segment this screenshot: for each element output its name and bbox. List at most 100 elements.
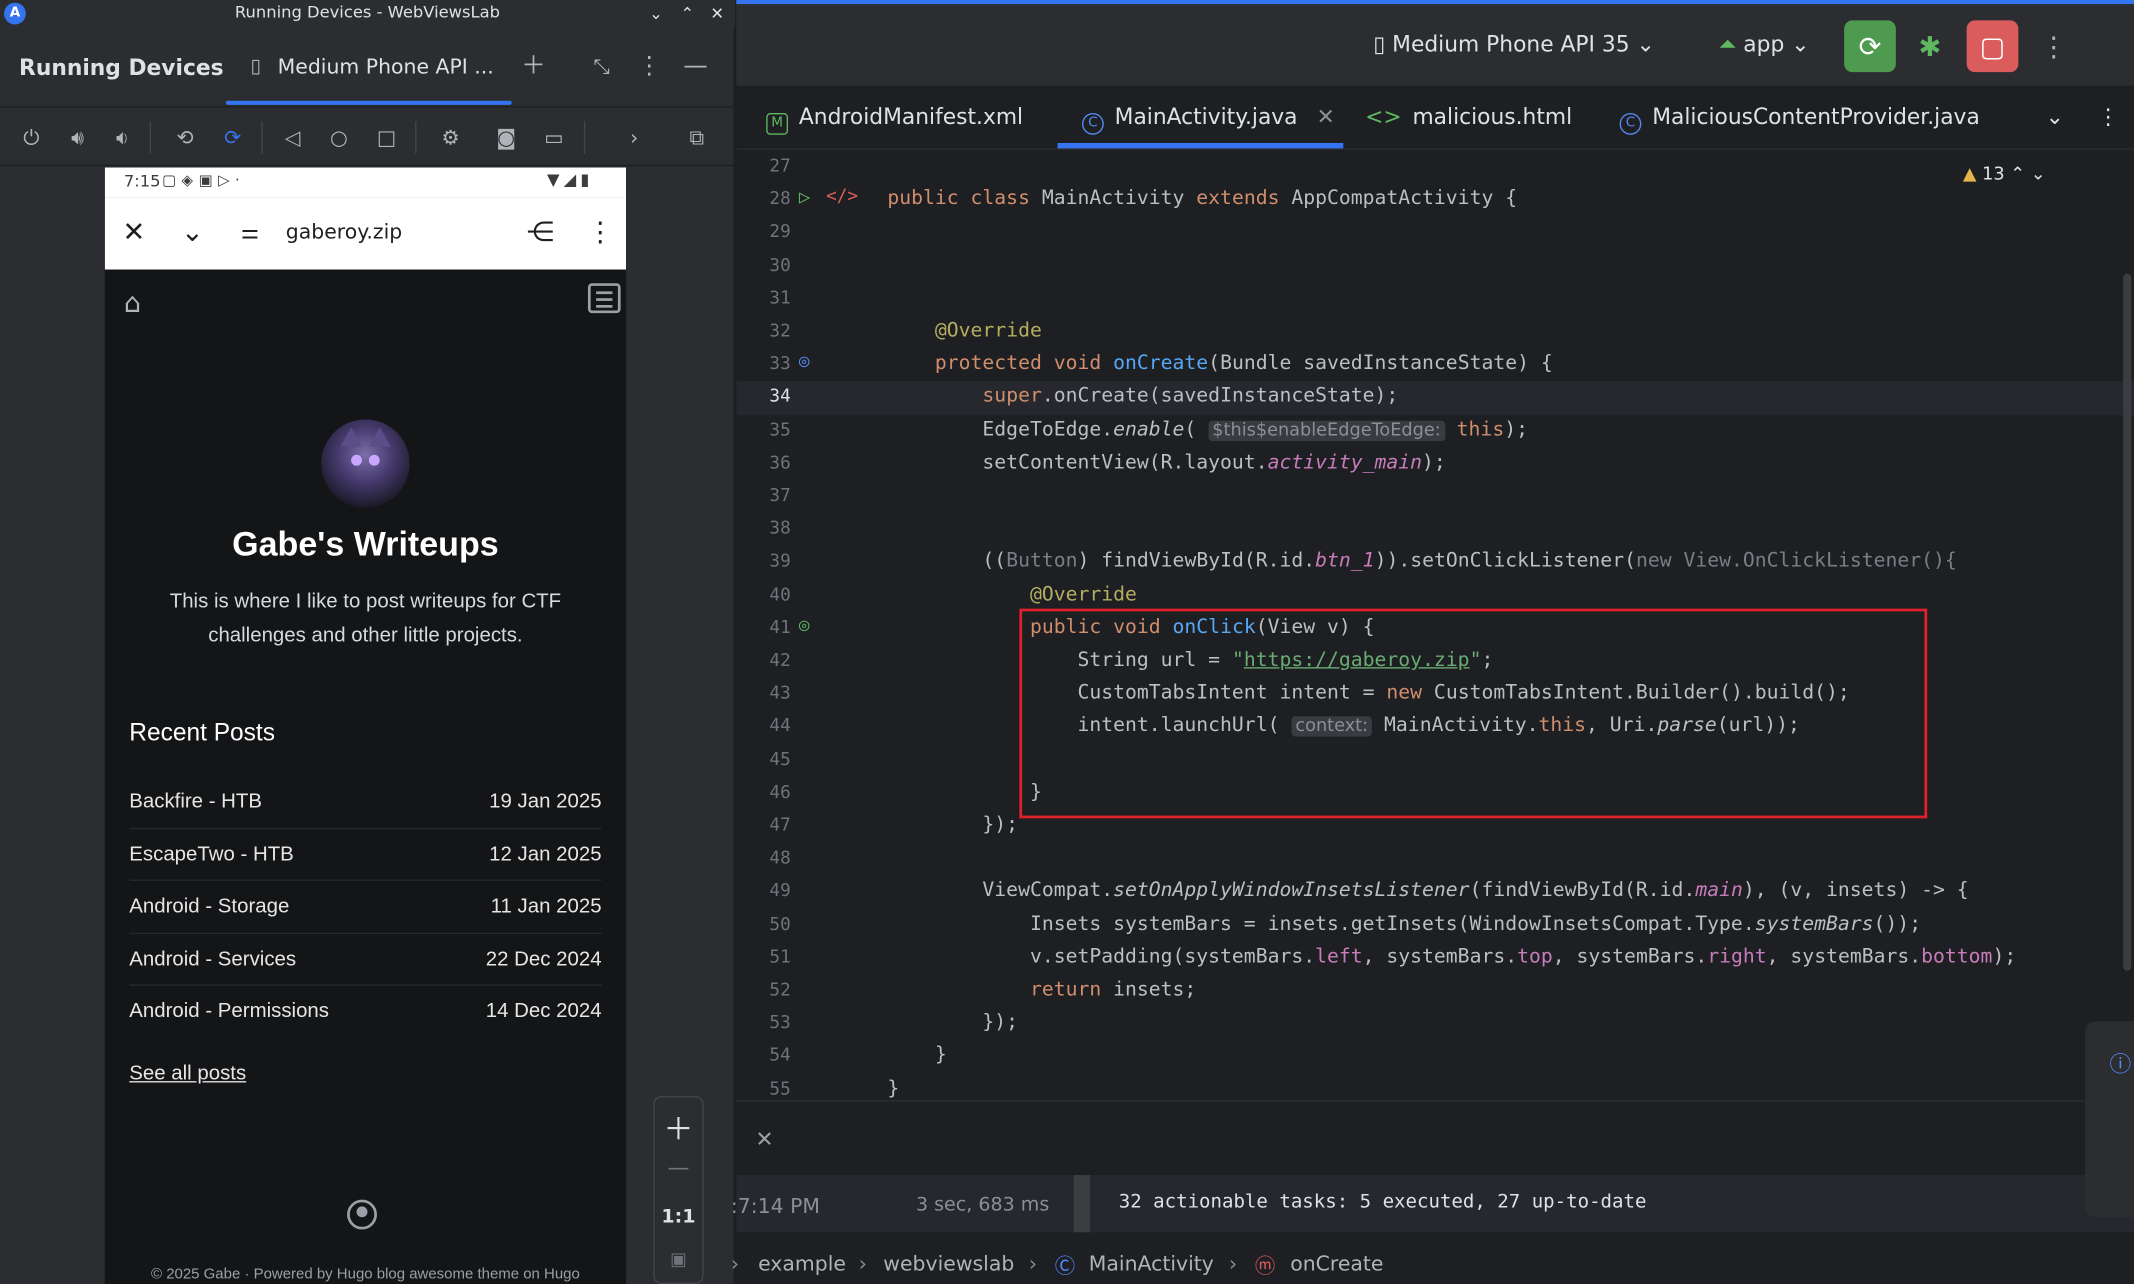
code-line[interactable]: 33 protected void onCreate(Bundle savedI… [736, 349, 2134, 382]
zoom-actual-button[interactable]: 1:1 [655, 1206, 703, 1228]
screenshot-icon[interactable]: ◙ [491, 123, 521, 153]
code-line[interactable]: 35 EdgeToEdge.enable( $this$enableEdgeTo… [736, 415, 2134, 448]
tab-malicious-html[interactable]: <> malicious.html [1365, 86, 1572, 150]
chevron-down-icon[interactable]: ⌄ [181, 215, 204, 248]
rotate-right-icon[interactable]: ⟳ [218, 123, 248, 153]
code-line[interactable]: 32 @Override [736, 316, 2134, 349]
overview-icon[interactable]: □ [372, 123, 402, 153]
run-config-selector[interactable]: ⏶ app ⌄ [1719, 31, 1810, 58]
warnings-count: 13 [1982, 164, 2005, 186]
power-icon[interactable]: ⏻ [16, 123, 46, 153]
code-line[interactable]: 50 Insets systemBars = insets.getInsets(… [736, 909, 2134, 942]
expand-toolbar-icon[interactable]: › [619, 123, 649, 153]
tab-more-icon[interactable]: ⋮ [2097, 86, 2119, 150]
zoom-out-button[interactable]: — [655, 1155, 703, 1181]
minimize-window-button[interactable]: ⌄ [642, 0, 669, 27]
breadcrumb-item[interactable]: MainActivity [1089, 1251, 1214, 1276]
breadcrumb-item[interactable]: onCreate [1290, 1251, 1383, 1276]
code-line[interactable]: 29 [736, 217, 2134, 250]
code-line[interactable]: 53 }); [736, 1008, 2134, 1041]
maximize-window-button[interactable]: ⌃ [674, 0, 701, 27]
volume-up-icon[interactable]: 🔊︎ [63, 123, 93, 153]
code-line[interactable]: 40 @Override [736, 579, 2134, 612]
chevron-down-icon[interactable]: ⌄ [2031, 165, 2046, 185]
panel-divider[interactable] [1073, 1175, 1091, 1233]
device-selector[interactable]: ▯ Medium Phone API 35 ⌄ [1373, 31, 1655, 57]
override-gutter-icon[interactable]: ◎ [799, 615, 810, 635]
see-all-posts-link[interactable]: See all posts [129, 1062, 246, 1085]
add-device-button[interactable]: ＋ [517, 50, 550, 83]
menu-icon[interactable] [587, 283, 621, 314]
github-icon[interactable] [347, 1199, 377, 1230]
phone-screen[interactable]: 7:15 ▢◈▣▷· ▼◢▮ ✕ ⌄ ⚌ gaberoy.zip ⋲ ⋮ ⌂ G… [104, 167, 627, 1284]
build-row[interactable]: :7:14 PM 3 sec, 683 ms 32 actionable tas… [731, 1175, 2134, 1233]
back-icon[interactable]: ◁ [278, 123, 308, 153]
close-icon[interactable]: ✕ [122, 215, 145, 248]
device-mirroring-icon[interactable]: ⧉ [682, 123, 712, 153]
list-item[interactable]: Android - Storage 11 Jan 2025 [129, 881, 602, 934]
code-line[interactable]: 30 [736, 250, 2134, 283]
breadcrumb-separator-icon: › [1028, 1251, 1038, 1276]
tab-androidmanifest[interactable]: M AndroidManifest.xml [766, 86, 1023, 150]
code-line[interactable]: 49 ViewCompat.setOnApplyWindowInsetsList… [736, 876, 2134, 909]
list-item[interactable]: EscapeTwo - HTB 12 Jan 2025 [129, 829, 602, 882]
line-number: 50 [769, 914, 791, 935]
code-line[interactable]: 52 return insets; [736, 975, 2134, 1008]
more-options-icon[interactable]: ⋮ [2028, 20, 2080, 72]
tab-mainactivity[interactable]: C MainActivity.java ✕ [1081, 86, 1335, 150]
notifications-panel[interactable]: ⓘ [2085, 1021, 2134, 1218]
code-line[interactable]: 55} [736, 1074, 2134, 1100]
code-line[interactable]: 37 [736, 481, 2134, 514]
code-line[interactable]: 34 super.onCreate(savedInstanceState); [736, 381, 2134, 415]
device-settings-icon[interactable]: ⚙ [436, 123, 466, 153]
zoom-fit-icon[interactable]: ▣ [655, 1250, 703, 1270]
list-item[interactable]: Android - Permissions 14 Dec 2024 [129, 986, 601, 1039]
code-editor[interactable]: 27 28 public class MainActivity extends Ap… [736, 151, 2134, 1101]
breadcrumb-item[interactable]: webviewslab [883, 1251, 1014, 1276]
hide-panel-button[interactable]: — [679, 50, 712, 83]
code-line[interactable]: 38 [736, 514, 2134, 547]
code-line[interactable]: 48 [736, 843, 2134, 876]
code-line[interactable]: 54 } [736, 1041, 2134, 1074]
zoom-in-button[interactable]: ＋ [655, 1106, 703, 1150]
editor-scrollbar[interactable] [2123, 273, 2132, 971]
override-gutter-icon[interactable]: ◎ [799, 352, 810, 372]
list-item[interactable]: Backfire - HTB 19 Jan 2025 [129, 776, 602, 829]
stop-icon[interactable]: ▢ [1966, 20, 2019, 73]
run-gutter-icon[interactable]: ▷ [799, 187, 810, 209]
warnings-indicator[interactable]: ▲ 13 ⌃ ⌄ [1963, 165, 2046, 185]
screen-record-icon[interactable]: ▭ [539, 123, 569, 153]
close-tab-icon[interactable]: ✕ [1317, 103, 1335, 129]
code-line[interactable]: 51 v.setPadding(systemBars.left, systemB… [736, 942, 2134, 975]
tab-device[interactable]: ▯ Medium Phone API ... [225, 46, 512, 105]
close-icon[interactable]: ✕ [755, 1126, 773, 1152]
more-options-icon[interactable]: ⋮ [633, 50, 666, 83]
tab-list-dropdown[interactable]: ⌄ [2046, 86, 2064, 150]
home-circle-icon[interactable]: ○ [324, 123, 354, 153]
code-line[interactable]: 28 public class MainActivity extends AppC… [736, 184, 2134, 217]
tab-maliciouscontentprovider[interactable]: C MaliciousContentProvider.java [1619, 86, 1980, 150]
tab-label: AndroidManifest.xml [798, 103, 1024, 130]
debug-icon[interactable]: ✱ [1904, 20, 1956, 72]
url-text[interactable]: gaberoy.zip [286, 219, 402, 244]
code-text: ((Button) findViewById(R.id.btn_1)).setO… [887, 550, 1957, 573]
chevron-up-icon[interactable]: ⌃ [2010, 165, 2025, 185]
html-gutter-icon[interactable]: </> [826, 187, 858, 207]
code-line[interactable]: 31 [736, 283, 2134, 316]
breadcrumb-item[interactable]: example [758, 1251, 846, 1276]
code-text: Insets systemBars = insets.getInsets(Win… [887, 913, 1922, 935]
code-line[interactable]: 27 [736, 151, 2134, 184]
restore-layout-icon[interactable]: ⤡ [585, 50, 618, 83]
apply-changes-icon[interactable]: ⟳ [1844, 20, 1896, 73]
list-item[interactable]: Android - Services 22 Dec 2024 [129, 934, 602, 987]
share-icon[interactable]: ⋲ [527, 215, 554, 248]
home-icon[interactable]: ⌂ [124, 286, 157, 319]
code-line[interactable]: 36 setContentView(R.layout.activity_main… [736, 448, 2134, 481]
run-config-label: app [1743, 31, 1785, 58]
code-line[interactable]: 39 ((Button) findViewById(R.id.btn_1)).s… [736, 547, 2134, 580]
close-window-button[interactable]: ✕ [704, 0, 731, 27]
rotate-left-icon[interactable]: ⟲ [170, 123, 200, 153]
volume-down-icon[interactable]: 🔉︎ [108, 123, 138, 153]
site-info-icon[interactable]: ⚌ [241, 219, 259, 244]
more-vert-icon[interactable]: ⋮ [587, 215, 614, 248]
